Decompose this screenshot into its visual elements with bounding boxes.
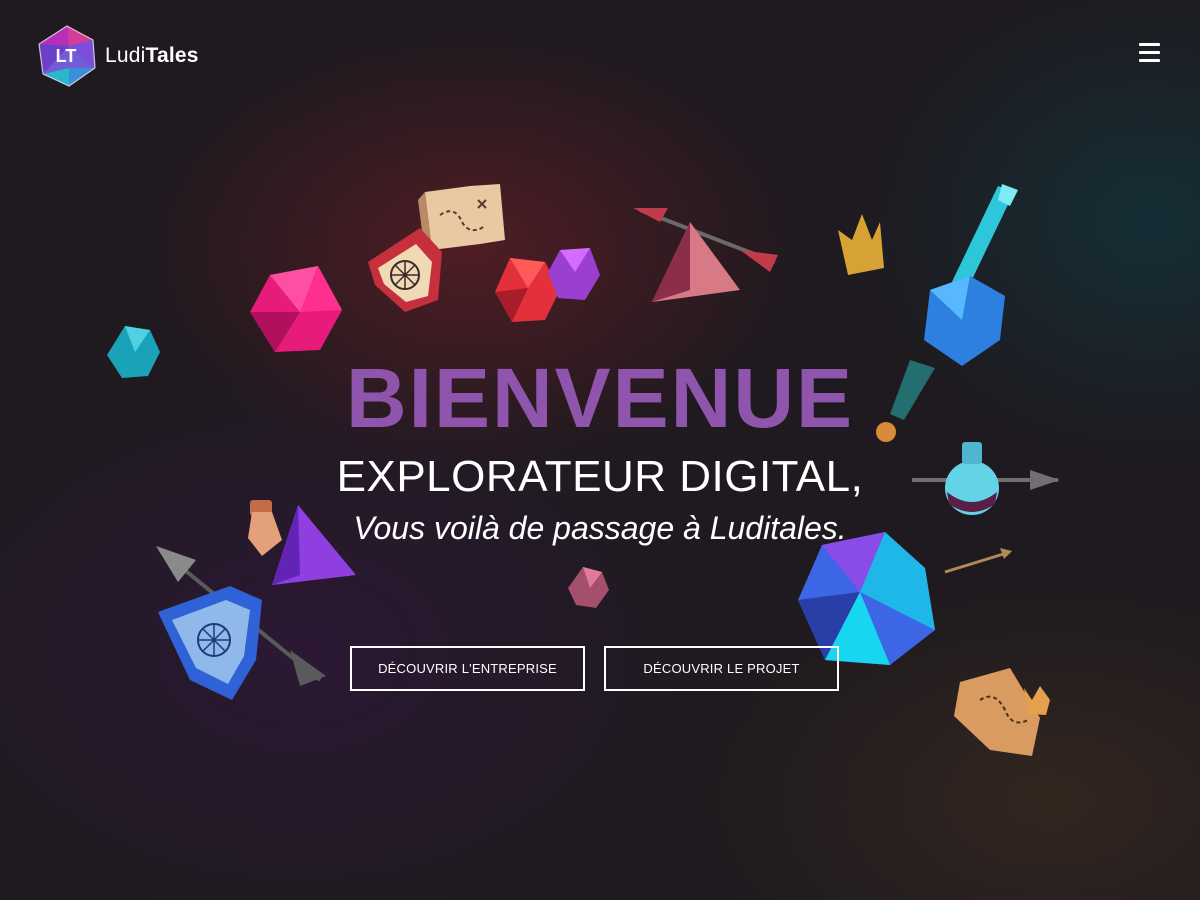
brand-name-part1: Ludi	[105, 44, 146, 67]
brand-name: LudiTales	[105, 44, 199, 68]
shield-arrow-icon	[156, 546, 326, 700]
crown-icon	[838, 214, 884, 275]
small-gem-icon	[568, 567, 609, 608]
brand-name-part2: Tales	[145, 44, 199, 67]
red-gem-icon	[495, 258, 560, 322]
treasure-map-icon	[954, 668, 1050, 756]
potion-icon	[912, 442, 1060, 515]
hamburger-menu-icon[interactable]	[1136, 40, 1164, 68]
hero-title: BIENVENUE	[345, 351, 855, 445]
hero-tagline: Vous voilà de passage à Luditales.	[353, 510, 847, 546]
hero-illustration	[107, 184, 1060, 756]
brand-logo[interactable]: LT LudiTales	[35, 24, 215, 88]
hero-subtitle: EXPLORATEUR DIGITAL,	[336, 452, 864, 501]
shield-icon	[368, 228, 442, 312]
teal-gem-icon	[107, 326, 160, 378]
logo-monogram: LT	[56, 46, 77, 66]
discover-company-button[interactable]: DÉCOUVRIR L'ENTREPRISE	[350, 646, 585, 691]
pink-d20-icon	[250, 266, 342, 352]
d20-logo-icon: LT	[38, 25, 96, 87]
discover-project-button[interactable]: DÉCOUVRIR LE PROJET	[604, 646, 839, 691]
arrow-icon	[944, 548, 1012, 574]
site-header: LT LudiTales	[0, 0, 1200, 110]
pyramid-arrow-icon	[633, 208, 778, 302]
treasure-map-icon	[418, 184, 505, 254]
purple-gem-icon	[548, 248, 600, 300]
